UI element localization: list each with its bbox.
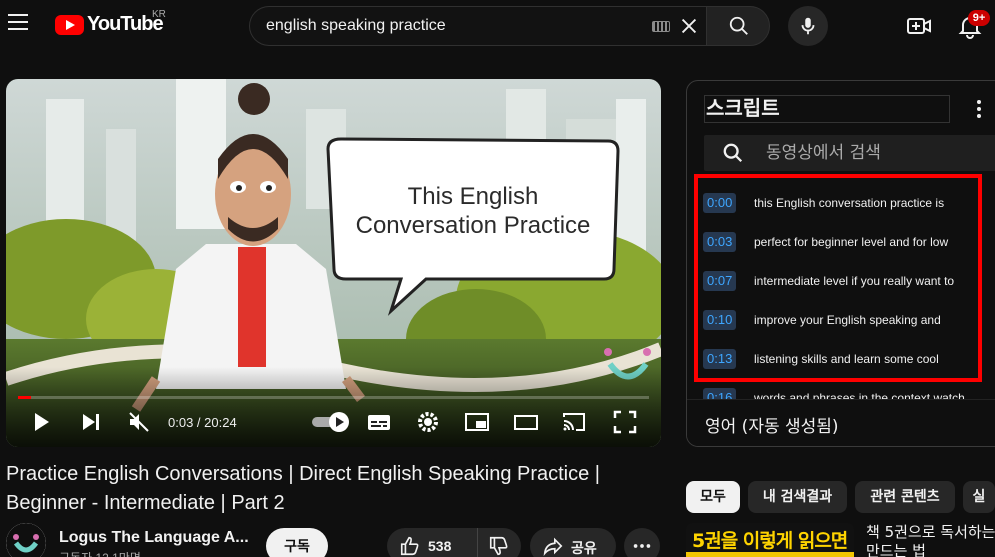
- segment-timestamp[interactable]: 0:03: [703, 232, 737, 252]
- search-icon: [729, 16, 748, 35]
- like-button[interactable]: 538: [387, 528, 475, 557]
- masthead: YouTube KR 9+: [0, 0, 995, 52]
- autoplay-toggle-icon[interactable]: [310, 409, 354, 435]
- chip-my-searches[interactable]: 내 검색결과: [748, 481, 847, 513]
- channel-name[interactable]: Logus The Language A...: [59, 529, 249, 547]
- subscribe-button[interactable]: 구독: [266, 528, 328, 557]
- miniplayer-icon[interactable]: [464, 409, 490, 435]
- speech-bubble-text: This English Conversation Practice: [328, 182, 618, 240]
- theater-mode-icon[interactable]: [513, 409, 539, 435]
- share-button[interactable]: 공유: [530, 528, 616, 557]
- clear-search-icon[interactable]: [678, 15, 700, 37]
- search-box: [249, 6, 706, 46]
- progress-bar[interactable]: [18, 396, 649, 399]
- transcript-menu-icon[interactable]: [971, 97, 987, 121]
- more-horizontal-icon: [633, 544, 651, 548]
- segment-text: this English conversation practice is: [754, 196, 945, 210]
- thumbs-down-icon: [489, 536, 508, 556]
- segment-text: listening skills and learn some cool: [754, 352, 939, 366]
- muted-volume-icon[interactable]: [126, 409, 152, 435]
- video-title: Practice English Conversations | Direct …: [6, 463, 600, 514]
- share-arrow-icon: [543, 537, 563, 557]
- next-video-icon[interactable]: [78, 409, 104, 435]
- search-icon: [723, 143, 743, 163]
- transcript-segment[interactable]: 0:03 perfect for beginner level and for …: [687, 223, 995, 262]
- share-label: 공유: [571, 540, 597, 556]
- youtube-logo[interactable]: YouTube: [55, 13, 164, 36]
- like-count: 538: [428, 538, 452, 554]
- controls-gradient: [6, 367, 661, 447]
- segment-timestamp[interactable]: 0:07: [703, 271, 737, 291]
- transcript-panel: 스크립트 0:00 this English conversation prac…: [686, 80, 995, 447]
- segment-timestamp[interactable]: 0:10: [703, 310, 737, 330]
- voice-search-button[interactable]: [788, 6, 828, 46]
- menu-icon[interactable]: [8, 14, 28, 32]
- thumbnail-strip: [686, 552, 854, 557]
- thumbs-up-icon: [400, 536, 419, 556]
- segment-text: words and phrases in the context watch: [754, 391, 965, 399]
- segment-timestamp[interactable]: 0:13: [703, 349, 737, 369]
- video-player[interactable]: This English Conversation Practice 0:03 …: [6, 79, 661, 447]
- transcript-search-box: [704, 135, 995, 171]
- segment-timestamp[interactable]: 0:00: [703, 193, 737, 213]
- notification-badge: 9+: [968, 10, 990, 26]
- recommendation-thumbnail[interactable]: 5권을 이렇게 읽으면: [686, 523, 854, 557]
- play-icon[interactable]: [28, 409, 54, 435]
- segment-timestamp[interactable]: 0:16: [703, 388, 737, 399]
- chip-more[interactable]: 실: [963, 481, 995, 513]
- youtube-play-logo-icon: [55, 14, 84, 35]
- country-code: KR: [152, 9, 166, 20]
- bubble-line-2: Conversation Practice: [355, 212, 591, 239]
- segment-text: improve your English speaking and: [754, 313, 941, 327]
- transcript-segment[interactable]: 0:10 improve your English speaking and: [687, 301, 995, 340]
- transcript-title: 스크립트: [704, 95, 950, 123]
- fullscreen-icon[interactable]: [612, 409, 638, 435]
- channel-avatar[interactable]: [6, 523, 46, 557]
- search-input[interactable]: [266, 7, 636, 45]
- transcript-segment-list: 0:00 this English conversation practice …: [687, 179, 995, 399]
- cast-icon[interactable]: [561, 409, 587, 435]
- dislike-button[interactable]: [477, 528, 521, 557]
- progress-fill: [18, 396, 31, 399]
- transcript-language: 영어 (자동 생성됨): [705, 417, 839, 437]
- transcript-search-input[interactable]: [766, 135, 995, 171]
- bubble-line-1: This English: [407, 183, 539, 210]
- settings-gear-icon[interactable]: [415, 409, 441, 435]
- create-video-icon[interactable]: [905, 12, 933, 40]
- like-dislike-group: 538: [387, 528, 521, 557]
- transcript-language-selector[interactable]: 영어 (자동 생성됨): [687, 399, 995, 446]
- keyboard-icon[interactable]: [652, 21, 670, 32]
- transcript-segment[interactable]: 0:07 intermediate level if you really wa…: [687, 262, 995, 301]
- more-actions-button[interactable]: [624, 528, 660, 557]
- subtitles-icon[interactable]: [366, 409, 392, 435]
- microphone-icon: [801, 17, 815, 35]
- chip-related[interactable]: 관련 콘텐츠: [855, 481, 955, 513]
- transcript-segment[interactable]: 0:16 words and phrases in the context wa…: [687, 379, 995, 399]
- recommendation-title[interactable]: 책 5권으로 독서하는 만드는 법: [866, 523, 995, 557]
- search-button[interactable]: [706, 6, 770, 46]
- segment-text: perfect for beginner level and for low: [754, 235, 949, 249]
- chip-all[interactable]: 모두: [686, 481, 740, 513]
- subscriber-count: 구독자 12.1만명: [59, 549, 141, 557]
- time-display: 0:03 / 20:24: [168, 415, 237, 430]
- transcript-segment[interactable]: 0:13 listening skills and learn some coo…: [687, 340, 995, 379]
- thumbnail-text: 5권을 이렇게 읽으면: [692, 530, 848, 552]
- segment-text: intermediate level if you really want to: [754, 274, 955, 288]
- transcript-segment[interactable]: 0:00 this English conversation practice …: [687, 184, 995, 223]
